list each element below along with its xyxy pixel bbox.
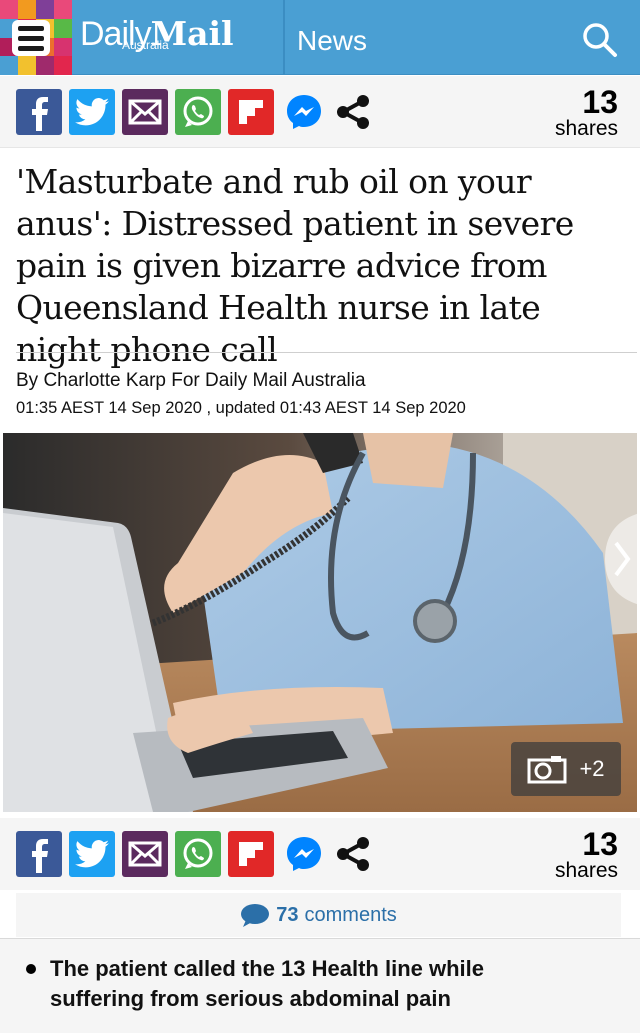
whatsapp-icon bbox=[183, 96, 213, 127]
header-divider bbox=[283, 0, 285, 75]
flipboard-icon bbox=[239, 842, 263, 866]
dateline: 01:35 AEST 14 Sep 2020 , updated 01:43 A… bbox=[16, 399, 466, 417]
share-icon bbox=[337, 837, 369, 871]
comments-count: 73 bbox=[276, 903, 299, 926]
comments-label: comments bbox=[304, 903, 397, 926]
search-icon bbox=[583, 23, 617, 57]
photo-gallery-count[interactable]: +2 bbox=[511, 742, 621, 796]
photo-count-label: +2 bbox=[579, 756, 605, 781]
flipboard-icon bbox=[239, 100, 263, 124]
divider bbox=[16, 352, 637, 353]
email-icon bbox=[128, 841, 162, 867]
site-header: DailyMail Australia News bbox=[0, 0, 640, 75]
messenger-icon bbox=[287, 837, 321, 871]
gallery-next-button[interactable] bbox=[600, 513, 640, 605]
messenger-share-button[interactable] bbox=[281, 89, 327, 135]
flipboard-share-button[interactable] bbox=[228, 89, 274, 135]
article-summary: The patient called the 13 Health line wh… bbox=[0, 939, 640, 1033]
facebook-icon bbox=[32, 839, 48, 873]
whatsapp-icon bbox=[183, 838, 213, 869]
facebook-share-button[interactable] bbox=[16, 831, 62, 877]
flipboard-share-button[interactable] bbox=[228, 831, 274, 877]
share-icon bbox=[337, 95, 369, 129]
byline[interactable]: By Charlotte Karp For Daily Mail Austral… bbox=[16, 369, 366, 393]
twitter-icon bbox=[75, 98, 109, 126]
email-share-button[interactable] bbox=[122, 89, 168, 135]
share-bar-top: 13 shares bbox=[0, 76, 640, 148]
share-count-number: 13 bbox=[582, 84, 618, 120]
article-headline: 'Masturbate and rub oil on your anus': D… bbox=[16, 162, 574, 369]
email-share-button[interactable] bbox=[122, 831, 168, 877]
logo-edition: Australia bbox=[122, 38, 169, 52]
summary-bullet: The patient called the 13 Health line wh… bbox=[50, 956, 484, 1011]
comments-link[interactable]: 73 comments bbox=[16, 893, 621, 937]
share-more-button[interactable] bbox=[330, 831, 376, 877]
twitter-share-button[interactable] bbox=[69, 831, 115, 877]
facebook-icon bbox=[32, 97, 48, 131]
share-count-number: 13 bbox=[582, 826, 618, 862]
menu-button[interactable] bbox=[12, 20, 50, 56]
share-count-label: shares bbox=[554, 859, 618, 882]
whatsapp-share-button[interactable] bbox=[175, 831, 221, 877]
comment-bubble-icon bbox=[241, 904, 270, 927]
twitter-icon bbox=[75, 840, 109, 868]
share-more-button[interactable] bbox=[330, 89, 376, 135]
hamburger-menu-icon bbox=[18, 25, 44, 31]
share-count-label: shares bbox=[554, 117, 618, 140]
whatsapp-share-button[interactable] bbox=[175, 89, 221, 135]
share-count: 13 shares bbox=[555, 86, 618, 140]
share-bar-bottom: 13 shares bbox=[0, 818, 640, 890]
facebook-share-button[interactable] bbox=[16, 89, 62, 135]
chevron-right-icon bbox=[605, 513, 640, 605]
camera-icon bbox=[527, 756, 567, 784]
messenger-icon bbox=[287, 95, 321, 129]
search-button[interactable] bbox=[580, 20, 620, 60]
email-icon bbox=[128, 99, 162, 125]
messenger-share-button[interactable] bbox=[281, 831, 327, 877]
bullet-icon bbox=[26, 964, 36, 974]
section-title[interactable]: News bbox=[297, 24, 367, 58]
twitter-share-button[interactable] bbox=[69, 89, 115, 135]
share-count: 13 shares bbox=[555, 828, 618, 882]
